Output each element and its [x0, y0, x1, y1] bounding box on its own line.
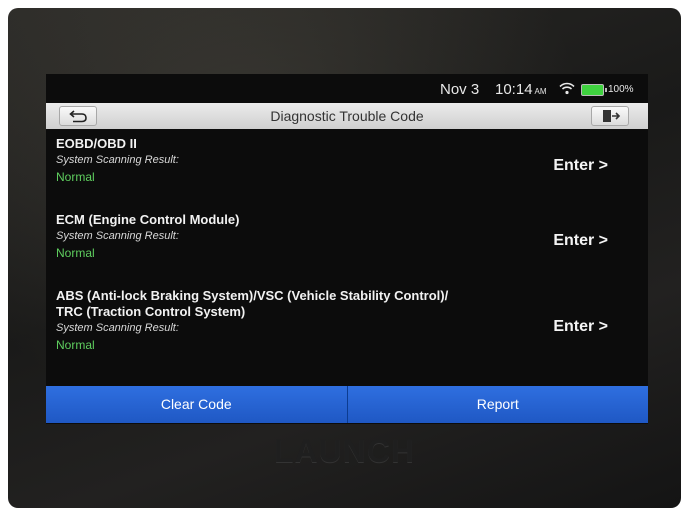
report-button[interactable]: Report [346, 386, 648, 423]
battery-icon [581, 84, 607, 96]
clear-code-button[interactable]: Clear Code [46, 386, 347, 423]
screen: Nov 3 10:14 AM 100% Diagnostic Trouble Co… [46, 74, 648, 424]
status-time-value: 10:14 [495, 81, 533, 98]
enter-button-abs[interactable]: Enter > [553, 318, 608, 336]
status-bar: Nov 3 10:14 AM 100% [46, 74, 648, 102]
page-title: Diagnostic Trouble Code [270, 108, 424, 124]
wifi-icon [559, 82, 575, 95]
bottom-button-bar: Clear Code Report [46, 386, 648, 423]
enter-button-eobd[interactable]: Enter > [553, 157, 608, 175]
status-time: 10:14 AM [495, 81, 547, 98]
title-bar: Diagnostic Trouble Code [46, 103, 648, 129]
exit-button[interactable] [591, 106, 629, 126]
system-name: ECM (Engine Control Module) [56, 212, 240, 227]
scan-tool-device: Nov 3 10:14 AM 100% Diagnostic Trouble Co… [8, 8, 681, 508]
brand-logo: LAUNCH [273, 433, 416, 469]
exit-icon [603, 110, 621, 122]
status-date: Nov 3 [440, 81, 480, 98]
battery-percent: 100% [608, 84, 634, 95]
status-ampm: AM [534, 87, 547, 96]
enter-button-ecm[interactable]: Enter > [553, 232, 608, 250]
scan-status: Normal [56, 338, 95, 352]
system-name: EOBD/OBD II [56, 136, 137, 151]
system-name-line-1: ABS (Anti-lock Braking System)/VSC (Vehi… [56, 288, 449, 303]
